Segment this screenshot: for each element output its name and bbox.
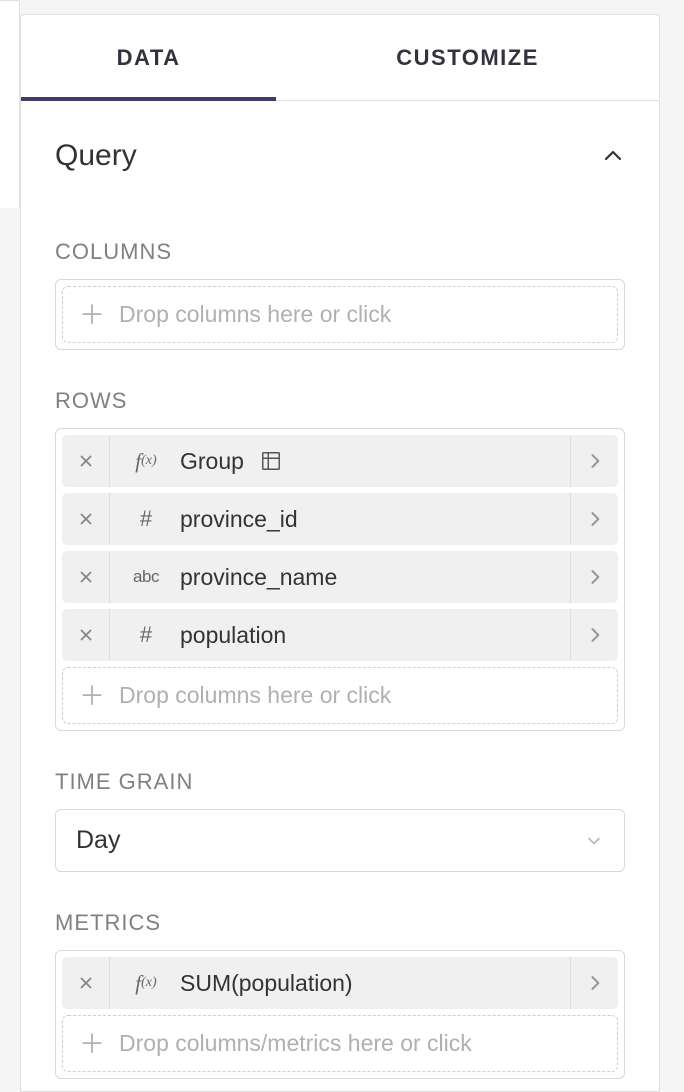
tab-bar: DATA CUSTOMIZE [21, 15, 659, 101]
pivot-icon [260, 450, 282, 472]
expand-button[interactable] [570, 493, 618, 545]
row-body: abc province_name [110, 551, 570, 603]
rows-item-3[interactable]: # population [62, 609, 618, 661]
time-grain-select[interactable]: Day [55, 809, 625, 872]
remove-button[interactable] [62, 957, 110, 1009]
rows-item-2[interactable]: abc province_name [62, 551, 618, 603]
section-header[interactable]: Query [55, 101, 625, 201]
tab-data[interactable]: DATA [21, 15, 276, 100]
remove-button[interactable] [62, 493, 110, 545]
expand-button[interactable] [570, 551, 618, 603]
tab-customize[interactable]: CUSTOMIZE [276, 15, 659, 100]
chevron-up-icon [601, 144, 625, 168]
rows-list: f(x) Group # province_idabc province_name # po… [62, 435, 618, 661]
columns-dropzone[interactable]: ＋ Drop columns here or click [62, 286, 618, 343]
number-icon: # [124, 506, 168, 532]
function-icon: f(x) [124, 449, 168, 474]
row-body: f(x) Group [110, 435, 570, 487]
remove-button[interactable] [62, 609, 110, 661]
row-name: Group [180, 448, 244, 475]
expand-button[interactable] [570, 957, 618, 1009]
row-body: f(x) SUM(population) [110, 957, 570, 1009]
remove-button[interactable] [62, 551, 110, 603]
rows-dropzone[interactable]: ＋ Drop columns here or click [62, 667, 618, 724]
row-body: # province_id [110, 493, 570, 545]
metrics-field: f(x) SUM(population) ＋ Drop columns/metri… [55, 950, 625, 1079]
plus-icon: ＋ [79, 683, 105, 709]
metrics-list: f(x) SUM(population) [62, 957, 618, 1009]
section-title: Query [55, 139, 137, 173]
rows-item-0[interactable]: f(x) Group [62, 435, 618, 487]
panel-content: Query COLUMNS ＋ Drop columns here or cli… [21, 101, 659, 1091]
tab-customize-label: CUSTOMIZE [396, 45, 539, 71]
time-grain-value: Day [76, 826, 120, 855]
expand-button[interactable] [570, 435, 618, 487]
control-panel: DATA CUSTOMIZE Query COLUMNS ＋ Drop colu… [20, 14, 660, 1092]
columns-label: COLUMNS [55, 239, 625, 265]
text-icon: abc [124, 567, 168, 587]
rows-field: f(x) Group # province_idabc province_name # po… [55, 428, 625, 731]
row-body: # population [110, 609, 570, 661]
row-name: province_id [180, 506, 298, 533]
row-name: province_name [180, 564, 337, 591]
rows-label: ROWS [55, 388, 625, 414]
chevron-down-icon [584, 831, 604, 851]
row-name: population [180, 622, 286, 649]
columns-placeholder: Drop columns here or click [119, 301, 391, 328]
rows-item-1[interactable]: # province_id [62, 493, 618, 545]
remove-button[interactable] [62, 435, 110, 487]
columns-field: ＋ Drop columns here or click [55, 279, 625, 350]
expand-button[interactable] [570, 609, 618, 661]
metrics-dropzone[interactable]: ＋ Drop columns/metrics here or click [62, 1015, 618, 1072]
metrics-item-0[interactable]: f(x) SUM(population) [62, 957, 618, 1009]
row-name: SUM(population) [180, 970, 353, 997]
plus-icon: ＋ [79, 1031, 105, 1057]
time-grain-label: TIME GRAIN [55, 769, 625, 795]
rows-placeholder: Drop columns here or click [119, 682, 391, 709]
number-icon: # [124, 622, 168, 648]
tab-data-label: DATA [117, 45, 181, 71]
metrics-label: METRICS [55, 910, 625, 936]
metrics-placeholder: Drop columns/metrics here or click [119, 1030, 472, 1057]
outer-border [0, 0, 20, 208]
function-icon: f(x) [124, 971, 168, 996]
plus-icon: ＋ [79, 302, 105, 328]
